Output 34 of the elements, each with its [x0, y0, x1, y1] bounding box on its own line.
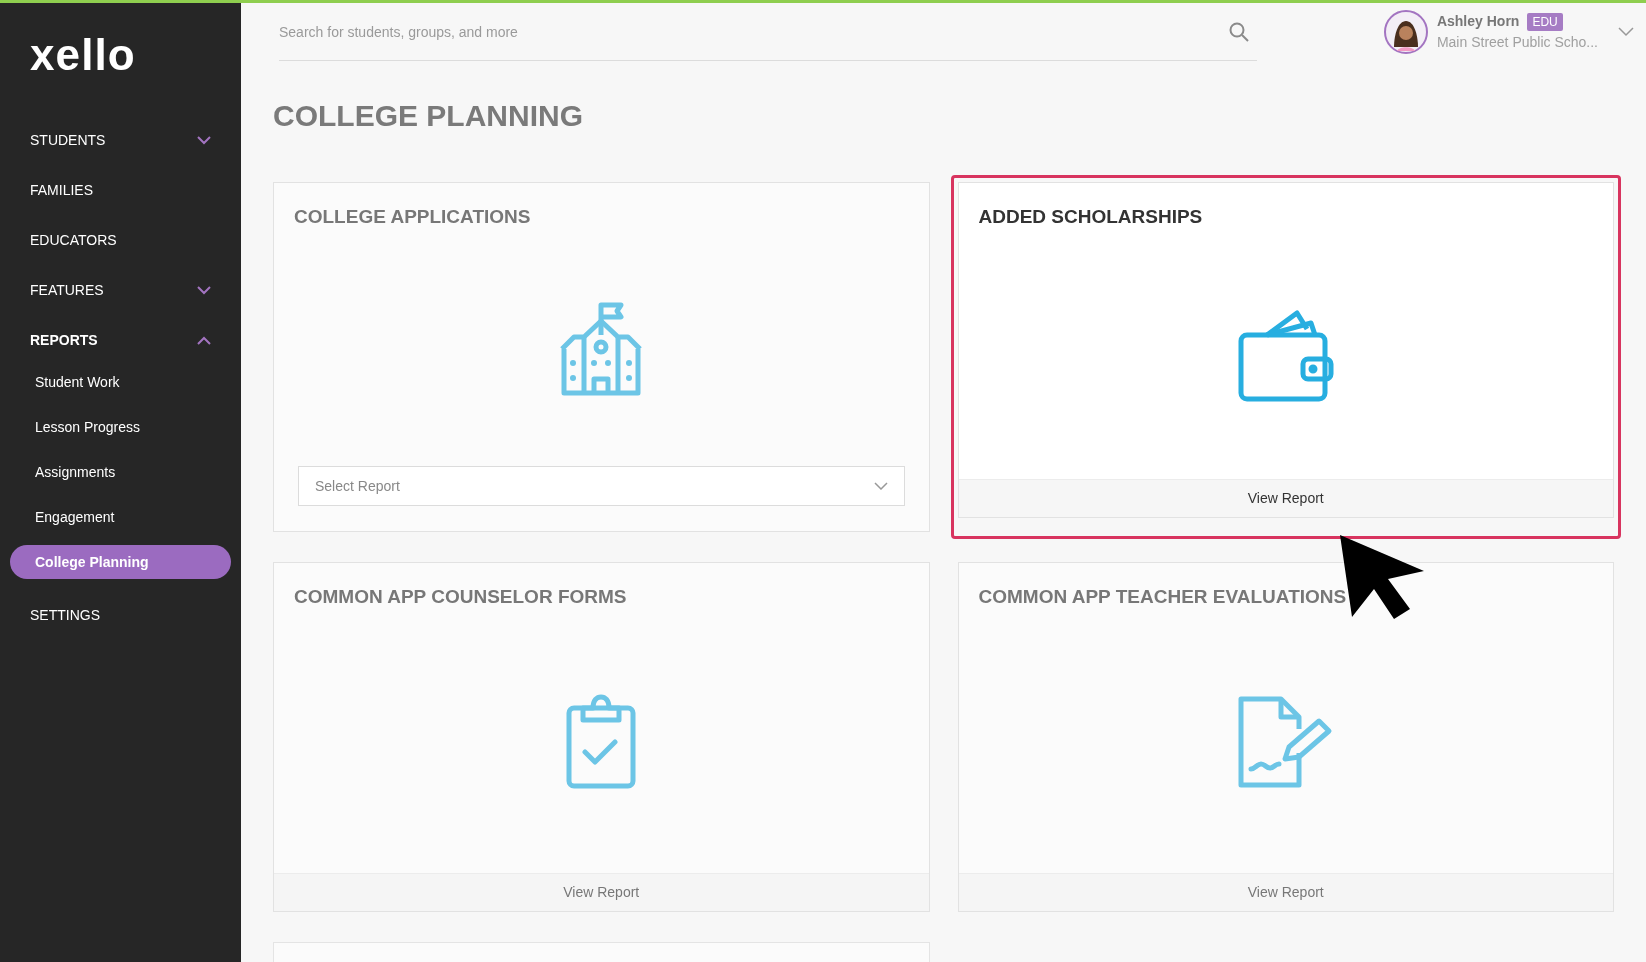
- view-report-link[interactable]: View Report: [958, 479, 1613, 517]
- chevron-down-icon[interactable]: [873, 482, 888, 490]
- nav-subitem[interactable]: Lesson Progress: [10, 410, 231, 444]
- chevron-down-icon[interactable]: [1618, 27, 1634, 37]
- nav-subitem[interactable]: Engagement: [10, 500, 231, 534]
- clipboard-check-icon: [565, 694, 638, 791]
- nav-item[interactable]: EDUCATORS: [0, 215, 241, 265]
- search-icon[interactable]: [1229, 22, 1249, 42]
- school-name: Main Street Public Scho...: [1436, 33, 1598, 52]
- card-title: COMMON APP COUNSELOR FORMS: [293, 585, 628, 609]
- card-title: COMMON APP TEACHER EVALUATIONS: [977, 585, 1348, 609]
- xello-logo[interactable]: xello: [30, 30, 136, 79]
- chevron-down-icon[interactable]: [197, 285, 211, 295]
- chevron-up-icon[interactable]: [197, 335, 211, 345]
- nav-item[interactable]: SETTINGS: [0, 590, 241, 640]
- report-dropdown[interactable]: Select Report: [298, 466, 905, 506]
- card-title: COLLEGE APPLICATIONS: [293, 205, 532, 229]
- view-report-link[interactable]: View Report: [274, 873, 929, 911]
- nav-item[interactable]: FEATURES: [0, 265, 241, 315]
- page-title: COLLEGE PLANNING: [273, 98, 584, 134]
- nav-item[interactable]: REPORTS: [0, 315, 241, 365]
- avatar-icon[interactable]: [1382, 9, 1429, 55]
- chevron-down-icon[interactable]: [197, 135, 211, 145]
- card-title: ADDED SCHOLARSHIPS: [977, 205, 1204, 229]
- nav-item[interactable]: STUDENTS: [0, 115, 241, 165]
- wallet-icon: [1236, 307, 1335, 404]
- nav-subitem[interactable]: Student Work: [10, 365, 231, 399]
- nav-item[interactable]: FAMILIES: [0, 165, 241, 215]
- nav-subitem[interactable]: College Planning: [10, 545, 231, 579]
- user-name: Ashley Horn: [1436, 12, 1520, 31]
- role-badge: EDU: [1527, 12, 1563, 31]
- view-report-link[interactable]: View Report: [958, 873, 1613, 911]
- search-field[interactable]: Search for students, groups, and more: [279, 3, 1257, 61]
- nav-subitem[interactable]: Assignments: [10, 455, 231, 489]
